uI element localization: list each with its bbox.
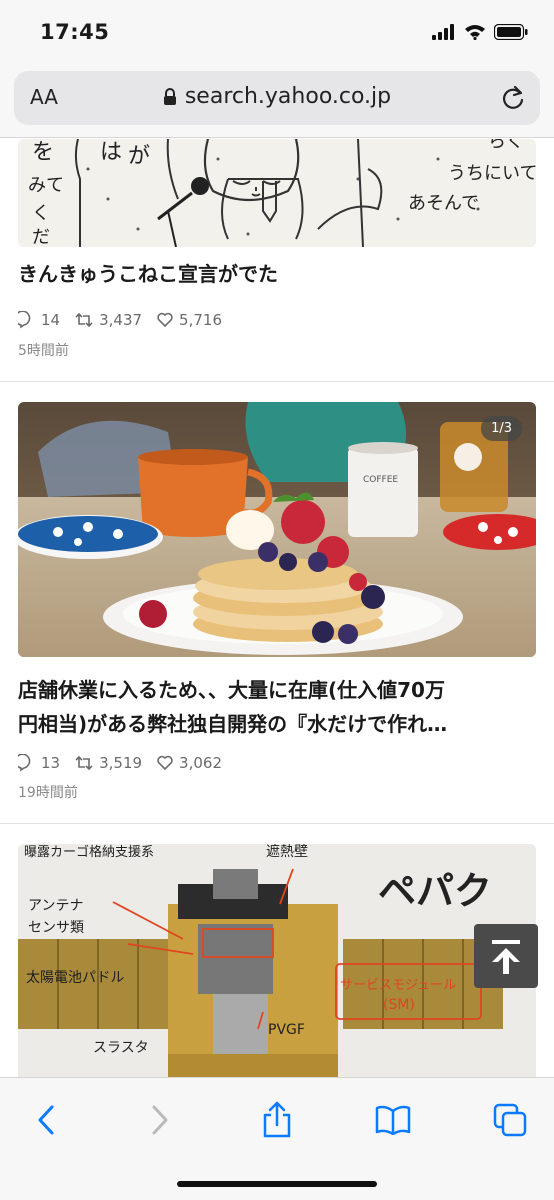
home-indicator <box>177 1181 377 1187</box>
img-label-thruster: スラスタ <box>93 1040 149 1056</box>
heart-icon <box>157 312 173 328</box>
img-label-solar: 太陽電池パドル <box>26 970 124 986</box>
battery-icon <box>494 24 528 40</box>
post-stats: 13 3,519 3,062 <box>18 754 228 772</box>
post-title[interactable]: 店舗休業に入るため、、大量に在庫(仕入値70万 円相当)がある弊社独自開発の『水… <box>18 673 536 741</box>
img-text-ku: く <box>32 203 50 224</box>
retweet-icon <box>75 755 93 771</box>
back-button[interactable] <box>24 1098 68 1142</box>
heart-icon <box>157 755 173 771</box>
img-text-wo: を <box>32 140 54 165</box>
img-label-antenna: アンテナ <box>28 898 83 914</box>
arrow-up-icon <box>492 940 520 974</box>
post-image[interactable]: 曝露カーゴ格納支援系 遮熱壁 アンテナ センサ類 太陽電池パドル PVGF スラ… <box>18 844 536 1077</box>
divider <box>0 381 554 382</box>
reply-count: 13 <box>41 754 61 772</box>
reply-icon <box>18 754 31 772</box>
reply-icon <box>18 311 31 329</box>
satellite-model-photo: 曝露カーゴ格納支援系 遮熱壁 アンテナ センサ類 太陽電池パドル PVGF スラ… <box>18 844 536 1077</box>
cat-drawing-image: は が を みて く だ らく うちにいて あそんで <box>18 139 536 247</box>
url-text: search.yahoo.co.jp <box>184 84 392 109</box>
img-text-uchiniite: うちにいて <box>448 163 536 184</box>
img-text-asonde: あそんで <box>408 193 479 214</box>
img-text-ga: が <box>128 144 150 169</box>
img-text-raku: らく <box>488 139 524 152</box>
retweet-icon <box>75 312 93 328</box>
post-title[interactable]: きんきゅうこねこ宣言がでた <box>18 257 536 291</box>
cup-label: COFFEE <box>363 475 398 485</box>
status-icons <box>432 24 528 40</box>
reload-icon[interactable] <box>500 84 526 112</box>
wifi-icon <box>465 25 485 40</box>
like-stat[interactable]: 5,716 <box>156 311 222 329</box>
reply-count: 14 <box>41 311 61 329</box>
chevron-left-icon <box>38 1105 54 1135</box>
img-label-service: サービスモジュール <box>340 978 456 993</box>
address-field[interactable]: AA search.yahoo.co.jp <box>14 71 540 125</box>
img-label-thermal: 遮熱壁 <box>266 844 308 860</box>
url-bar: AA search.yahoo.co.jp <box>0 62 554 138</box>
bookmarks-button[interactable] <box>371 1098 415 1142</box>
retweet-stat[interactable]: 3,519 <box>74 754 142 772</box>
post-image[interactable]: COFFEE 1/3 <box>18 402 536 657</box>
forward-button[interactable] <box>138 1098 182 1142</box>
img-label-sm: (SM) <box>383 997 415 1013</box>
post-image[interactable]: は が を みて く だ らく うちにいて あそんで <box>18 139 536 247</box>
post-title-line1: 店舗休業に入るため、、大量に在庫(仕入値70万 <box>18 678 445 702</box>
img-label-pvgf: PVGF <box>268 1022 305 1038</box>
scroll-to-top-button[interactable] <box>474 924 538 988</box>
post-time: 19時間前 <box>18 785 78 801</box>
book-icon <box>375 1105 411 1135</box>
img-label-sensor: センサ類 <box>28 920 84 936</box>
post-title-line2: 円相当)がある弊社独自開発の『水だけで作れ… <box>18 712 448 736</box>
img-label-heading: ペパク <box>378 869 492 913</box>
retweet-count: 3,519 <box>99 754 143 772</box>
search-results-feed: は が を みて く だ らく うちにいて あそんで きんきゅうこねこ宣言がでた… <box>0 139 554 1077</box>
reply-stat[interactable]: 14 <box>18 311 60 329</box>
tabs-icon <box>493 1103 527 1137</box>
like-count: 5,716 <box>179 311 222 329</box>
status-bar: 17:45 <box>0 0 554 62</box>
img-text-mite: みて <box>28 175 64 196</box>
reply-stat[interactable]: 13 <box>18 754 60 772</box>
post-time: 5時間前 <box>18 343 69 359</box>
img-text-da: だ <box>32 227 50 247</box>
post-stats: 14 3,437 5,716 <box>18 311 228 329</box>
share-button[interactable] <box>255 1098 299 1142</box>
retweet-stat[interactable]: 3,437 <box>74 311 142 329</box>
chevron-right-icon <box>152 1105 168 1135</box>
tabs-button[interactable] <box>488 1098 532 1142</box>
image-count-badge: 1/3 <box>481 416 522 441</box>
pancake-photo: COFFEE <box>18 402 536 657</box>
divider <box>0 823 554 824</box>
status-time: 17:45 <box>40 20 110 44</box>
like-count: 3,062 <box>179 754 222 772</box>
img-label-cargo: 曝露カーゴ格納支援系 <box>24 844 154 860</box>
signal-icon <box>432 24 454 40</box>
img-text-ha: は <box>100 140 122 165</box>
retweet-count: 3,437 <box>99 311 143 329</box>
lock-icon <box>163 87 176 105</box>
like-stat[interactable]: 3,062 <box>156 754 222 772</box>
share-icon <box>263 1101 291 1138</box>
